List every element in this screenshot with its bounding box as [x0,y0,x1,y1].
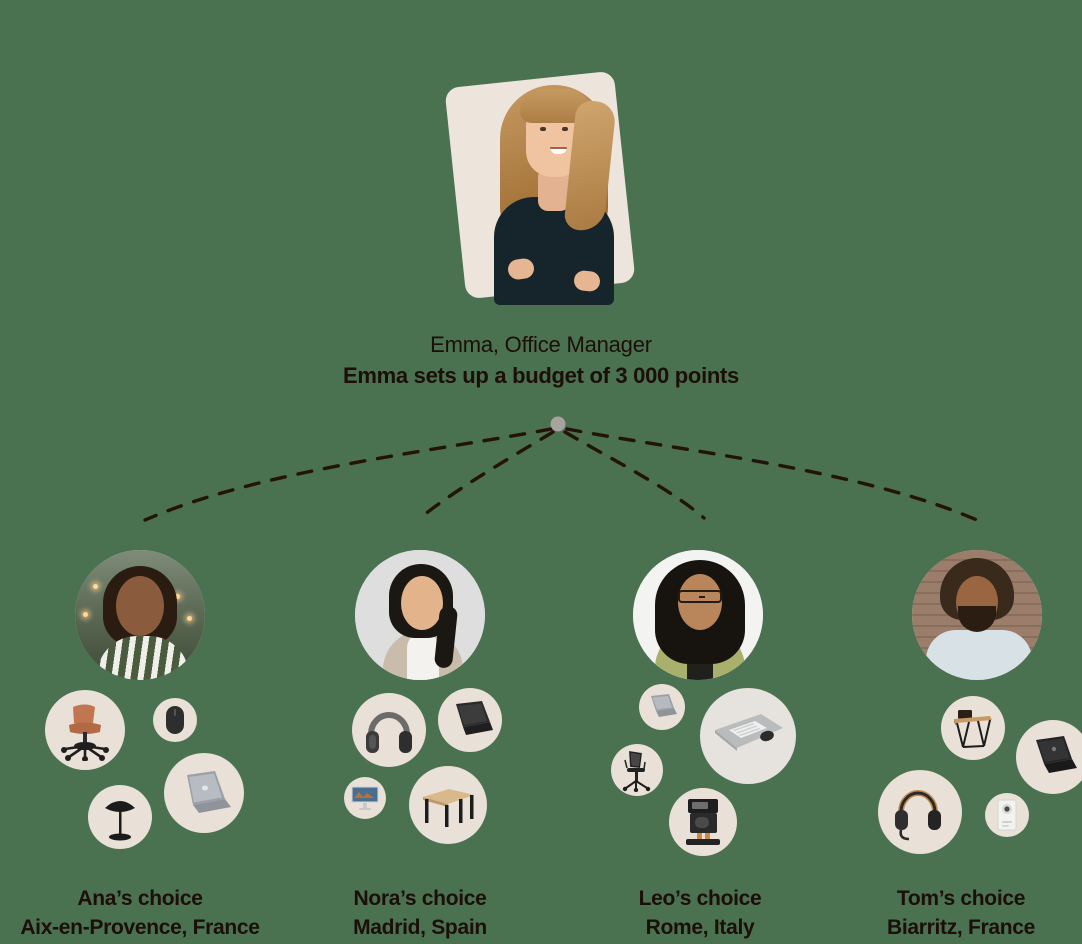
headset-icon [895,790,941,841]
coffee-machine-icon [686,799,720,845]
person-city: Rome, Italy [645,916,755,939]
fairy-light-icon [93,584,98,589]
avatar-tom[interactable] [912,550,1042,680]
laptop-icon [187,771,231,813]
product-bubble-laptop[interactable] [164,753,244,833]
product-bubble-desk[interactable] [941,696,1005,760]
person-city: Madrid, Spain [353,916,487,939]
eye-right [562,127,568,131]
eye-left [540,127,546,131]
product-bubble-office-chair[interactable] [45,690,125,770]
office-chair-icon [61,704,109,761]
desk-icon [954,710,992,748]
product-bubble-mouse[interactable] [153,698,197,742]
face-shape [116,576,164,636]
headphones-icon [366,712,412,753]
manager-role: Emma, Office Manager [430,332,652,357]
glasses-icon [678,590,722,603]
person-label-tom: Tom’s choice Biarritz, France [840,884,1082,942]
product-bubble-lamp[interactable] [88,785,152,849]
person-city: Aix-en-Provence, France [20,916,260,939]
product-bubble-desk[interactable] [409,766,487,844]
product-bubble-keyboard-mousepad[interactable] [700,688,796,784]
product-bubble-laptop[interactable] [639,684,685,730]
person-name: Tom’s choice [896,887,1026,910]
person-city: Biarritz, France [886,916,1036,939]
face-shape [401,576,443,630]
laptop-icon [651,694,677,717]
mesh-office-chair-icon [622,751,651,792]
person-name: Ana’s choice [77,887,203,910]
table-lamp-icon [105,801,135,841]
fairy-light-icon [83,612,88,617]
webcam-icon [997,799,1017,831]
person-label-ana: Ana’s choice Aix-en-Provence, France [0,884,280,942]
person-name: Nora’s choice [353,887,487,910]
laptop-icon [1036,736,1077,773]
product-bubble-laptop[interactable] [438,688,502,752]
person-name: Leo’s choice [638,887,762,910]
product-bubble-monitor[interactable] [344,777,386,819]
product-bubble-laptop[interactable] [1016,720,1082,794]
product-bubble-mesh-chair[interactable] [611,744,663,796]
shirt [926,630,1032,680]
keyboard-mousepad-icon [715,714,783,751]
avatar-leo[interactable] [633,550,763,680]
org-budget-diagram: Emma, Office Manager Emma sets up a budg… [0,0,1082,944]
product-bubble-webcam[interactable] [985,793,1029,837]
manager-caption: Emma, Office Manager Emma sets up a budg… [0,330,1082,392]
product-bubble-coffee-machine[interactable] [669,788,737,856]
product-bubble-headset[interactable] [878,770,962,854]
fairy-light-icon [187,616,192,621]
person-label-leo: Leo’s choice Rome, Italy [560,884,840,942]
laptop-icon [456,701,493,735]
product-bubble-headphones[interactable] [352,693,426,767]
manager-portrait [478,75,628,305]
budget-node-dot [550,416,566,432]
avatar-ana[interactable] [75,550,205,680]
manager-budget: Emma sets up a budget of 3 000 points [343,363,739,388]
monitor-icon [351,786,379,810]
avatar-nora[interactable] [355,550,485,680]
desk-icon [423,789,474,827]
computer-mouse-icon [166,706,184,734]
person-label-nora: Nora’s choice Madrid, Spain [280,884,560,942]
